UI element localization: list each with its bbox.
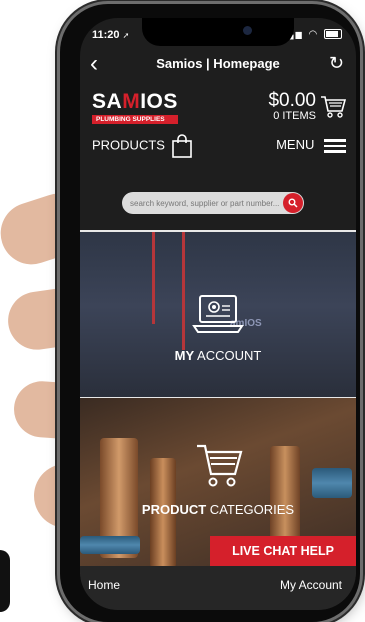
battery-icon: [324, 29, 342, 40]
logo-text-left: SA: [92, 90, 123, 113]
pipe-fitting-5: [80, 536, 140, 554]
my-account-label-rest: ACCOUNT: [194, 348, 262, 363]
shopping-bag-icon: [171, 134, 192, 158]
cart-summary[interactable]: $0.00 0 ITEMS: [268, 90, 346, 122]
page-title: Samios | Homepage: [156, 56, 280, 71]
app-screen: 11:20 ➚ ▂▄▆ ◠ ‹ Samios | Homepage ↻ SAMI…: [80, 18, 356, 610]
hamburger-icon: [324, 136, 346, 156]
search-icon: [288, 198, 298, 208]
logo-wordmark: SAMIOS: [92, 90, 178, 113]
location-icon: ➚: [122, 31, 130, 40]
status-time-text: 11:20: [92, 29, 120, 41]
products-link[interactable]: PRODUCTS: [92, 134, 193, 158]
logo-text-right: IOS: [140, 90, 178, 113]
samios-logo[interactable]: SAMIOS PLUMBING SUPPLIES: [92, 90, 178, 124]
menu-label: MENU: [276, 137, 315, 153]
products-label: PRODUCTS: [92, 137, 165, 153]
product-categories-label-bold: PRODUCT: [141, 502, 207, 517]
site-header: SAMIOS PLUMBING SUPPLIES $0.00 0 ITEMS P…: [80, 86, 356, 178]
search-bar: [122, 192, 304, 214]
shopping-cart-icon: [80, 438, 356, 497]
logo-tagline: PLUMBING SUPPLIES: [92, 115, 178, 124]
my-account-label-bold: MY: [174, 348, 195, 363]
product-categories-label-rest: CATEGORIES: [206, 502, 295, 517]
front-camera: [243, 26, 252, 35]
my-account-tile[interactable]: amIOS MY ACCOUNT: [80, 232, 356, 397]
cart-amount: $0.00: [268, 90, 316, 111]
bottom-nav-home[interactable]: Home: [88, 578, 120, 592]
dark-object-edge: [0, 550, 10, 612]
phone-frame: 11:20 ➚ ▂▄▆ ◠ ‹ Samios | Homepage ↻ SAMI…: [60, 4, 360, 622]
bottom-nav: Home My Account: [80, 566, 356, 610]
cart-item-count: 0 ITEMS: [273, 110, 316, 122]
search-input[interactable]: [130, 192, 280, 214]
wifi-icon: ◠: [308, 29, 320, 40]
bottom-nav-my-account[interactable]: My Account: [280, 578, 342, 592]
notch: [142, 18, 294, 46]
my-account-label: MY ACCOUNT: [80, 348, 356, 363]
status-time: 11:20 ➚: [92, 29, 129, 41]
logo-text-mid: M: [122, 90, 141, 113]
nav-bar: ‹ Samios | Homepage ↻: [80, 48, 356, 80]
menu-button[interactable]: MENU: [276, 136, 346, 156]
search-button[interactable]: [283, 193, 303, 213]
cart-icon[interactable]: [320, 95, 346, 119]
laptop-user-icon: [80, 292, 356, 341]
live-chat-button[interactable]: LIVE CHAT HELP: [210, 536, 356, 566]
product-categories-label: PRODUCT CATEGORIES: [80, 502, 356, 517]
reload-icon[interactable]: ↻: [329, 53, 344, 74]
